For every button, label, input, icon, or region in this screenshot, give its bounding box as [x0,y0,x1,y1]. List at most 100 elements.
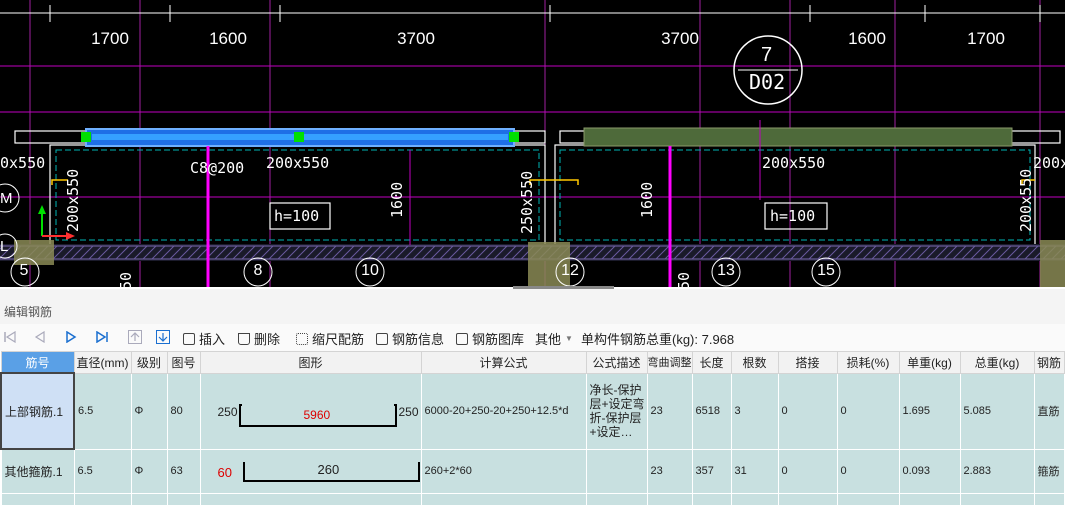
total-weight-readout: 单构件钢筋总重(kg): 7.968 [581,329,734,348]
rebar-spec-label: C8@200 [190,159,245,177]
axis-number: 15 [817,262,835,279]
trash-icon [238,332,250,345]
library-icon [456,332,468,345]
move-down-icon[interactable] [156,330,170,344]
axis-number: 12 [561,262,579,279]
edit-rebar-panel: 编辑钢筋 插入 删除 缩尺配筋 钢筋信息 钢筋图库 其他 ▼ 单构件钢筋总重(k… [0,289,1065,506]
column-header[interactable]: 总重(kg) [959,351,1035,374]
dimension-label: 1700 [967,29,1005,48]
axis-label-l: L [0,238,9,255]
column-header[interactable]: 筋号 [0,351,75,374]
table-header-row: 筋号 直径(mm) 级别 图号 图形 计算公式 公式描述 弯曲调整 长度 根数 … [0,351,1065,374]
column-header[interactable]: 计算公式 [420,351,587,374]
loss-cell[interactable]: 0 [836,448,900,494]
shape-left-length: 60 [217,465,232,480]
dimension-label: 3700 [661,29,699,48]
diameter-cell[interactable]: 6.5 [73,372,132,450]
rebar-name-cell[interactable]: 其他箍筋.1 [0,448,75,494]
total-weight-cell[interactable]: 2.883 [959,448,1035,494]
beam-section-label: 0x550 [0,154,46,172]
column-section-label: 200x550 [1017,168,1035,232]
count-cell[interactable]: 3 [730,372,779,450]
cad-canvas[interactable] [0,0,1065,287]
rebar-type-cell[interactable]: 箍筋 [1033,448,1065,494]
formula-description-cell[interactable]: 净长-保护层+设定弯折-保护层+设定… [585,372,648,450]
formula-description-cell[interactable] [585,448,648,494]
dimension-label: 1600 [848,29,886,48]
unit-weight-cell[interactable]: 0.093 [898,448,961,494]
span-dimension-label: 1600 [388,181,406,218]
cad-drawing-view[interactable]: 1700 1600 3700 3700 1600 1700 5 8 10 12 … [0,0,1065,287]
rebar-info-label: 钢筋信息 [392,332,445,347]
grade-cell[interactable]: Φ [130,372,168,450]
column-header[interactable]: 长度 [691,351,732,374]
last-record-icon[interactable] [96,331,108,343]
rebar-name-cell[interactable]: 上部钢筋.1 [0,372,75,450]
diameter-cell[interactable]: 6.5 [73,448,132,494]
chevron-down-icon: ▼ [565,334,573,343]
scale-rebar-button[interactable]: 缩尺配筋 [296,329,364,348]
axis-number: 10 [361,262,379,279]
rebar-type-cell[interactable]: 直筋 [1033,372,1065,450]
shape-left-length: 250 [217,405,238,419]
formula-cell[interactable]: 260+2*60 [420,448,587,494]
detail-bubble-code: D02 [749,70,786,94]
previous-record-icon[interactable] [34,331,46,343]
shape-right-length: 250 [398,405,419,419]
column-header[interactable]: 损耗(%) [836,351,900,374]
bend-adjust-cell[interactable]: 23 [646,448,693,494]
grade-cell[interactable]: Φ [130,448,168,494]
column-header[interactable]: 图形 [199,351,422,374]
lap-cell[interactable]: 0 [777,448,838,494]
table-row[interactable]: 上部钢筋.1 6.5 Φ 80 250 5960 250 6000-20+250… [0,372,1065,450]
rebar-shape-drawing [242,462,420,482]
column-header[interactable]: 图号 [166,351,201,374]
lap-cell[interactable]: 0 [777,372,838,450]
total-weight-cell[interactable]: 5.085 [959,372,1035,450]
table-row-empty[interactable] [0,492,1065,506]
rebar-info-button[interactable]: 钢筋信息 [376,329,444,348]
delete-label: 删除 [254,332,281,347]
column-header[interactable]: 公式描述 [585,351,648,374]
insert-icon [183,332,195,345]
column-header[interactable]: 搭接 [777,351,838,374]
ruler-icon [296,332,308,345]
other-dropdown[interactable]: 其他 ▼ [535,329,573,348]
column-header[interactable]: 级别 [130,351,168,374]
figure-number-cell[interactable]: 63 [166,448,201,494]
loss-cell[interactable]: 0 [836,372,900,450]
figure-number-cell[interactable]: 80 [166,372,201,450]
beam-section-label: 200x550 [762,154,826,172]
next-record-icon[interactable] [65,331,77,343]
table-row[interactable]: 其他箍筋.1 6.5 Φ 63 60 260 260+2*60 23 357 3… [0,448,1065,494]
scale-rebar-label: 缩尺配筋 [312,332,365,347]
count-cell[interactable]: 31 [730,448,779,494]
slab-thickness-label: h=100 [274,207,320,225]
bend-adjust-cell[interactable]: 23 [646,372,693,450]
dimension-label: 50 [117,271,135,287]
slab-thickness-label: h=100 [770,207,816,225]
column-header[interactable]: 单重(kg) [898,351,961,374]
unit-weight-cell[interactable]: 1.695 [898,372,961,450]
move-up-icon[interactable] [128,330,142,344]
shape-cell[interactable]: 250 5960 250 [199,372,422,450]
column-header[interactable]: 根数 [730,351,779,374]
column-header[interactable]: 弯曲调整 [646,351,693,374]
column-header[interactable]: 钢筋 [1033,351,1065,374]
insert-label: 插入 [199,332,226,347]
length-cell[interactable]: 6518 [691,372,732,450]
insert-button[interactable]: 插入 [183,329,225,348]
rebar-shape-drawing [238,404,397,427]
delete-button[interactable]: 删除 [238,329,280,348]
column-section-label: 200x550 [64,168,82,232]
other-label: 其他 [535,332,562,347]
column-header[interactable]: 直径(mm) [73,351,132,374]
length-cell[interactable]: 357 [691,448,732,494]
rebar-library-button[interactable]: 钢筋图库 [456,329,524,348]
axis-number: 8 [253,262,263,279]
shape-cell[interactable]: 60 260 [199,448,422,494]
total-weight-label: 单构件钢筋总重(kg): 7.968 [581,332,735,347]
rebar-toolbar: 插入 删除 缩尺配筋 钢筋信息 钢筋图库 其他 ▼ 单构件钢筋总重(kg): 7… [0,324,1065,351]
first-record-icon[interactable] [4,331,16,343]
formula-cell[interactable]: 6000-20+250-20+250+12.5*d [420,372,587,450]
